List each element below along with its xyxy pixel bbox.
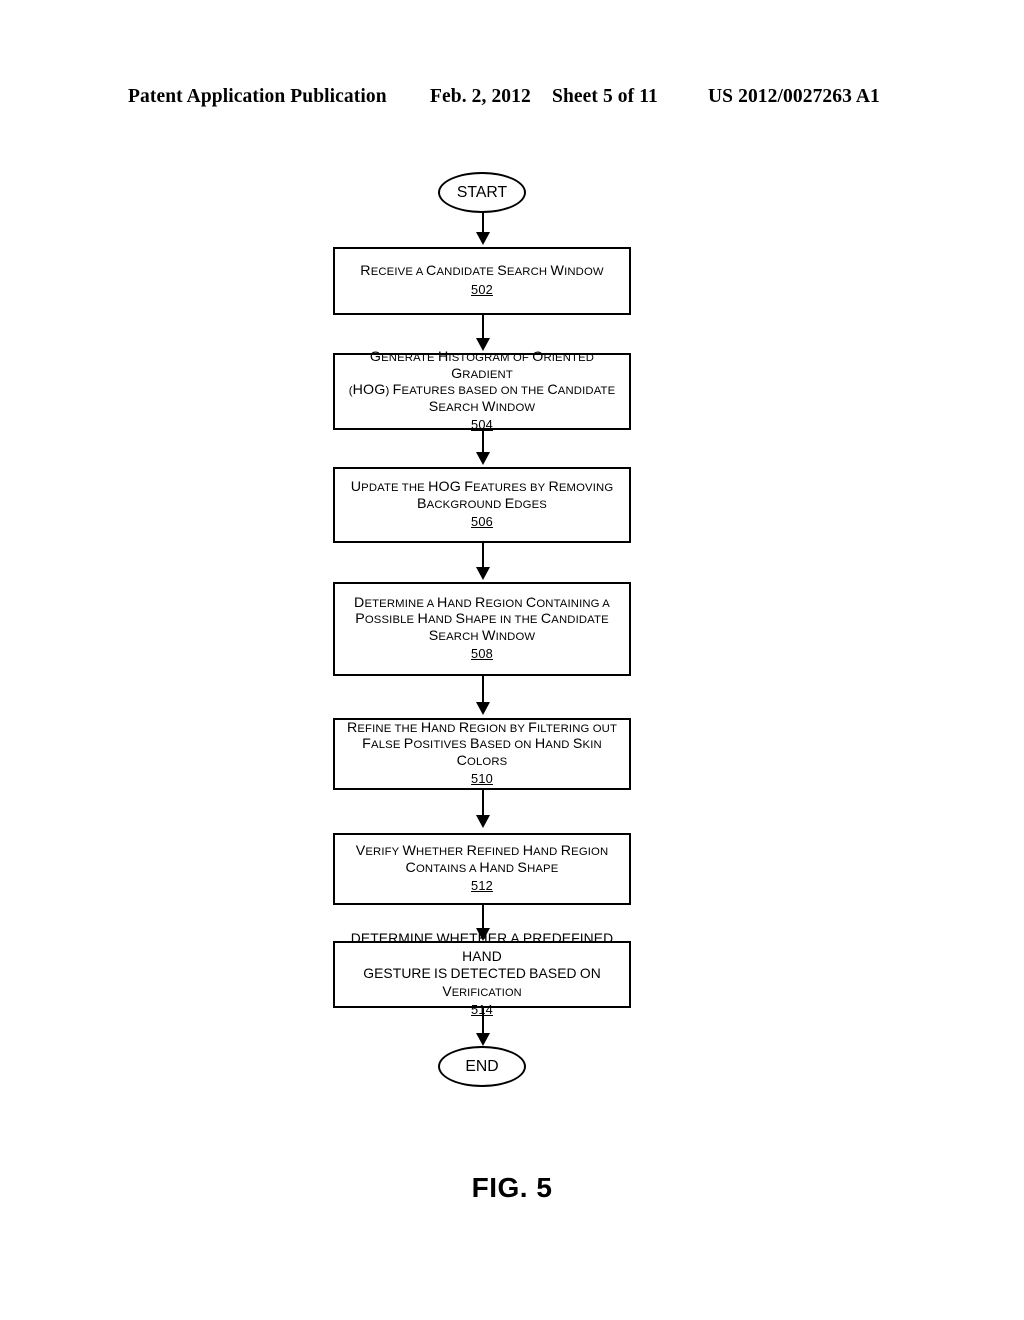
flowchart-end-node: END [438, 1046, 526, 1087]
flowchart-step-510: REFINE THE HAND REGION BY FILTERING OUT F… [333, 718, 631, 790]
end-node-label: END [465, 1057, 499, 1075]
step-512-text: VERIFY WHETHER REFINED HAND REGION CONTAI… [355, 843, 609, 876]
step-510-text: REFINE THE HAND REGION BY FILTERING OUT F… [346, 719, 618, 769]
step-506-ref: 506 [471, 514, 493, 529]
connector-start-to-502 [482, 213, 484, 234]
arrowhead-start-to-502 [476, 232, 490, 245]
step-502-ref: 502 [471, 281, 493, 297]
connector-508-to-510 [482, 676, 484, 704]
step-514-text: DETERMINE WHETHER A PREDEFINED HAND GESTU… [350, 930, 614, 999]
flowchart-diagram: START RECEIVE A CANDIDATE SEARCH WINDOW … [0, 0, 1024, 1320]
connector-506-to-508 [482, 543, 484, 569]
start-node-label: START [456, 183, 508, 201]
step-506-text: UPDATE THE HOG FEATURES BY REMOVING BACKG… [350, 479, 614, 512]
step-510-ref: 510 [471, 771, 493, 787]
flowchart-step-506: UPDATE THE HOG FEATURES BY REMOVING BACKG… [333, 467, 631, 543]
step-508-text: DETERMINE A HAND REGION CONTAINING A POSS… [354, 594, 610, 644]
arrowhead-506-to-508 [476, 567, 490, 580]
step-508-ref: 508 [471, 646, 493, 662]
flowchart-start-node: START [438, 172, 526, 213]
flowchart-step-514: DETERMINE WHETHER A PREDEFINED HAND GESTU… [333, 930, 631, 1017]
connector-510-to-512 [482, 790, 484, 817]
flowchart-step-502: RECEIVE A CANDIDATE SEARCH WINDOW 502 [333, 247, 631, 315]
connector-502-to-504 [482, 315, 484, 340]
arrowhead-514-to-end [476, 1033, 490, 1046]
flowchart-step-508: DETERMINE A HAND REGION CONTAINING A POSS… [333, 582, 631, 676]
flowchart-step-504: GENERATE HISTOGRAM OF ORIENTED GRADIENT(… [333, 349, 631, 432]
flowchart-step-512: VERIFY WHETHER REFINED HAND REGION CONTAI… [333, 833, 631, 905]
arrowhead-504-to-506 [476, 452, 490, 465]
arrowhead-508-to-510 [476, 702, 490, 715]
arrowhead-510-to-512 [476, 815, 490, 828]
step-504-text: GENERATE HISTOGRAM OF ORIENTED GRADIENT(… [348, 349, 616, 415]
connector-504-to-506 [482, 430, 484, 454]
figure-caption: FIG. 5 [471, 1172, 553, 1203]
step-502-text: RECEIVE A CANDIDATE SEARCH WINDOW [360, 263, 604, 280]
step-512-ref: 512 [471, 878, 493, 893]
connector-514-to-end [482, 1008, 484, 1036]
